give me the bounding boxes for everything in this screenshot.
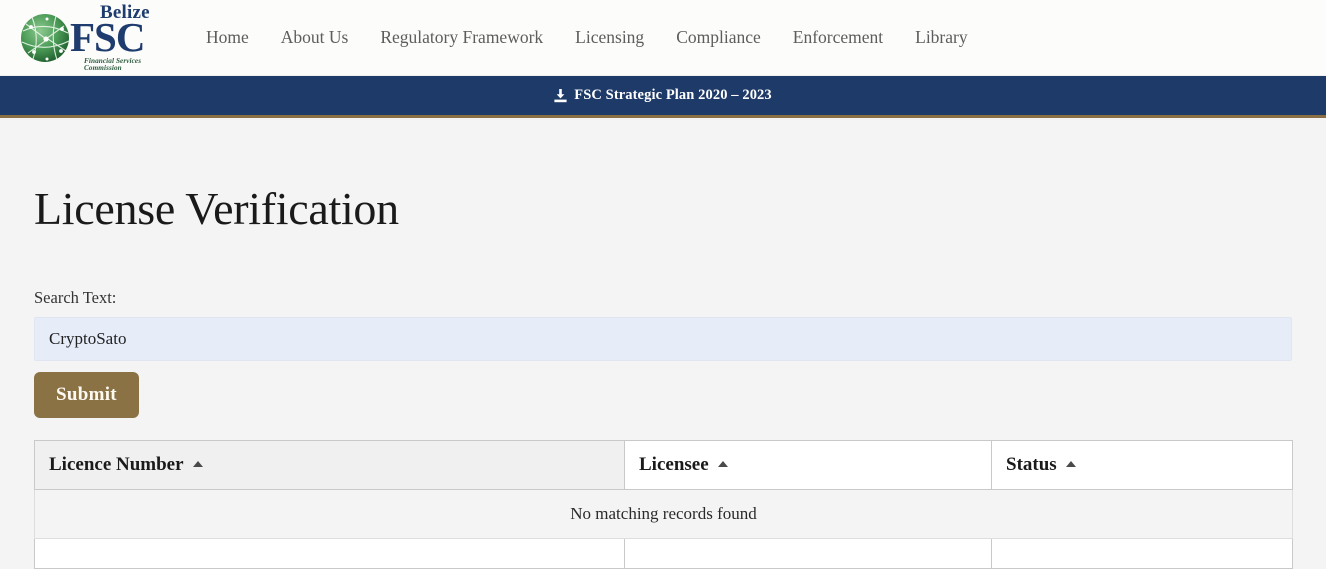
nav-item-enforcement[interactable]: Enforcement: [793, 27, 883, 48]
logo-brand-sub: Financial Services Commission: [84, 56, 142, 72]
nav-item-about-us[interactable]: About Us: [281, 27, 349, 48]
footer-cell-licence-number: [34, 538, 625, 569]
results-table-wrapper: Licence Number Licensee Status No matchi…: [34, 440, 1293, 569]
table-row-empty: No matching records found: [34, 489, 1293, 539]
strategic-plan-label: FSC Strategic Plan 2020 – 2023: [574, 87, 772, 103]
column-header-licensee[interactable]: Licensee: [624, 440, 992, 490]
column-label-licensee: Licensee: [639, 454, 709, 475]
column-label-licence-number: Licence Number: [49, 454, 184, 475]
table-body: No matching records found: [34, 489, 1293, 539]
license-results-table: Licence Number Licensee Status No matchi…: [34, 440, 1293, 569]
main-navigation: Home About Us Regulatory Framework Licen…: [206, 27, 1000, 48]
download-icon: [554, 88, 567, 103]
nav-item-licensing[interactable]: Licensing: [575, 27, 644, 48]
footer-cell-status: [991, 538, 1293, 569]
nav-item-home[interactable]: Home: [206, 27, 249, 48]
globe-network-icon: [18, 9, 76, 67]
nav-item-compliance[interactable]: Compliance: [676, 27, 761, 48]
site-header: Belize FSC Financial Services Commission…: [0, 0, 1326, 76]
site-logo[interactable]: Belize FSC Financial Services Commission: [18, 3, 168, 72]
no-records-message: No matching records found: [34, 489, 1293, 539]
submit-button[interactable]: Submit: [34, 372, 139, 418]
sort-ascending-icon: [192, 461, 203, 467]
search-input[interactable]: [34, 317, 1292, 361]
table-footer: [34, 538, 1293, 569]
nav-item-regulatory-framework[interactable]: Regulatory Framework: [380, 27, 543, 48]
column-header-status[interactable]: Status: [991, 440, 1293, 490]
column-header-licence-number[interactable]: Licence Number: [34, 440, 625, 490]
strategic-plan-banner: FSC Strategic Plan 2020 – 2023: [0, 76, 1326, 118]
strategic-plan-link[interactable]: FSC Strategic Plan 2020 – 2023: [554, 87, 772, 104]
table-header-row: Licence Number Licensee Status: [34, 440, 1293, 490]
nav-item-library[interactable]: Library: [915, 27, 967, 48]
sort-ascending-icon: [717, 461, 728, 467]
search-label: Search Text:: [34, 288, 117, 307]
search-form: Search Text: Submit: [34, 288, 1292, 418]
table-footer-row: [34, 538, 1293, 569]
logo-brand-main: FSC: [70, 13, 145, 60]
column-label-status: Status: [1006, 454, 1057, 475]
sort-ascending-icon: [1065, 461, 1076, 467]
page-title: License Verification: [34, 183, 399, 234]
main-content: License Verification Search Text: Submit…: [0, 118, 1326, 569]
footer-cell-licensee: [624, 538, 992, 569]
